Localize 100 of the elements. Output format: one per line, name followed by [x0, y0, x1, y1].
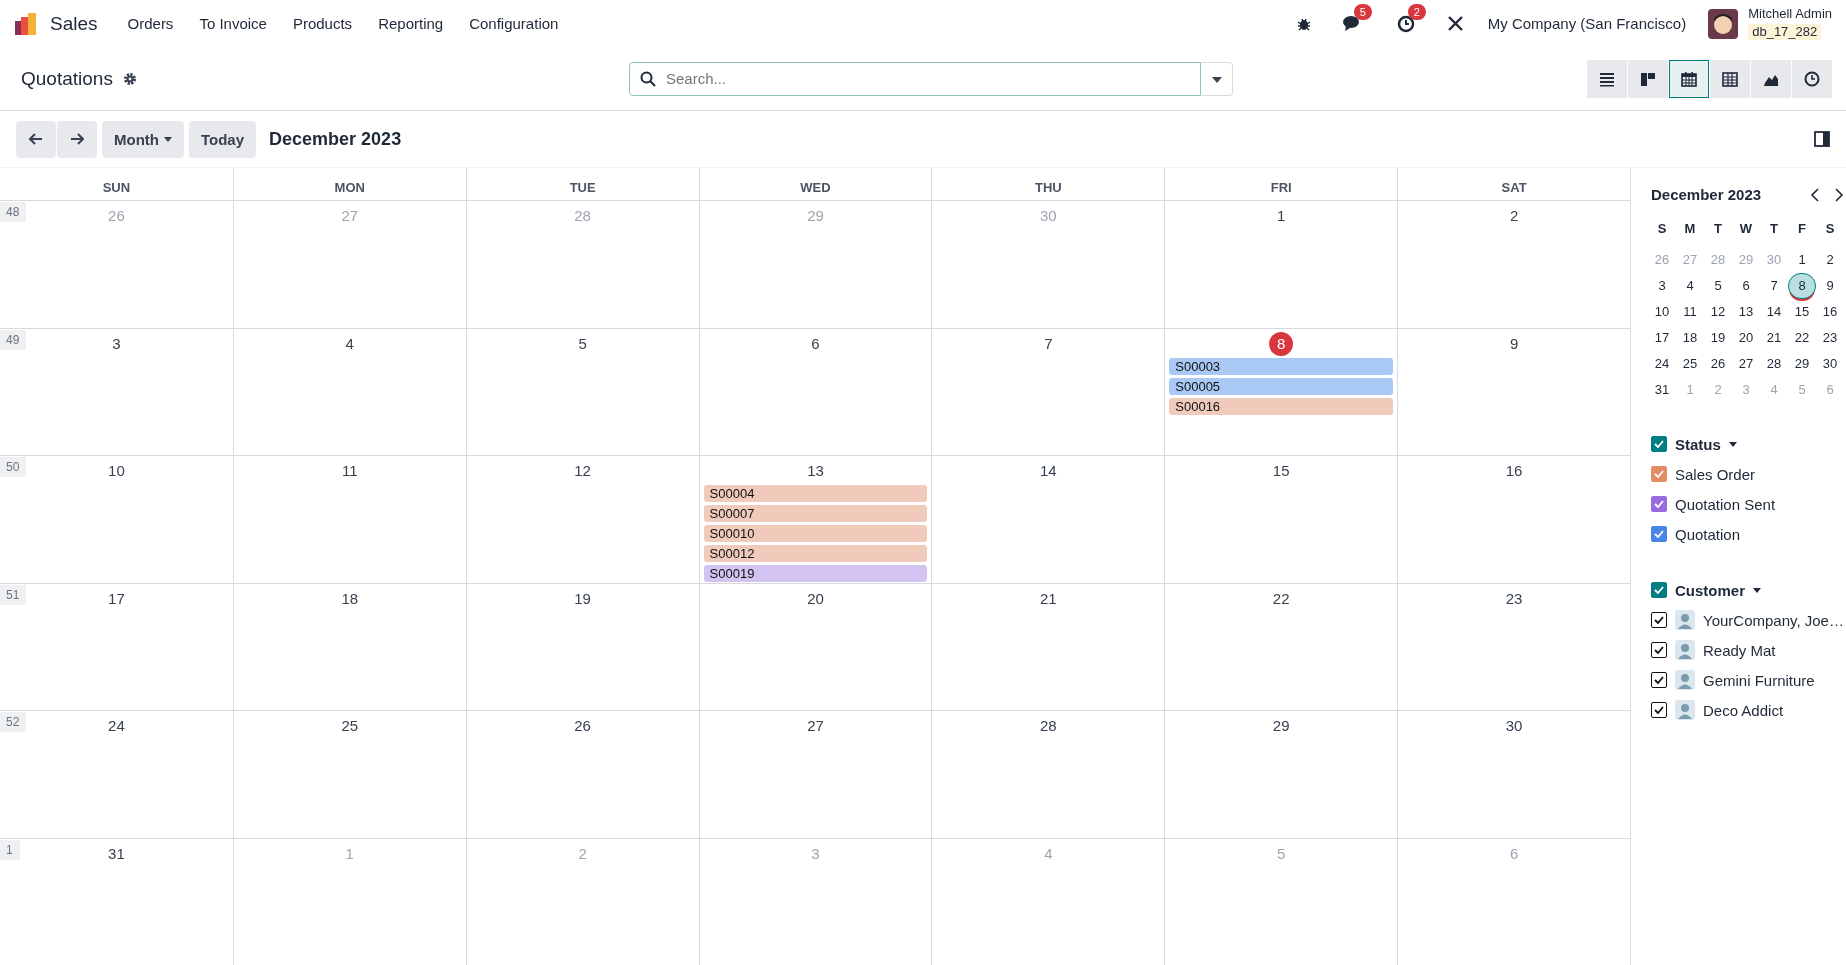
mini-calendar-day[interactable]: 3: [1648, 273, 1676, 299]
menu-item[interactable]: Products: [282, 15, 363, 32]
filter-label[interactable]: Quotation Sent: [1675, 495, 1776, 513]
day-number[interactable]: 21: [1036, 586, 1061, 611]
mini-calendar-day[interactable]: 1: [1788, 247, 1816, 273]
mini-calendar-day[interactable]: 28: [1760, 351, 1788, 377]
day-number[interactable]: 4: [337, 331, 362, 356]
mini-calendar-day[interactable]: 20: [1732, 325, 1760, 351]
mini-calendar-day[interactable]: 31: [1648, 377, 1676, 403]
checkbox[interactable]: [1651, 436, 1667, 452]
day-number[interactable]: 5: [570, 331, 595, 356]
day-number[interactable]: 1: [1269, 204, 1294, 228]
caret-icon[interactable]: [1753, 587, 1761, 593]
mini-calendar-day[interactable]: 19: [1704, 325, 1732, 351]
day-number[interactable]: 3: [104, 331, 129, 356]
mini-calendar-day[interactable]: 13: [1732, 299, 1760, 325]
checkbox[interactable]: [1651, 496, 1667, 512]
view-switch-button[interactable]: [1669, 59, 1709, 98]
user-avatar-icon[interactable]: [1708, 8, 1739, 39]
bug-icon[interactable]: [1296, 16, 1311, 31]
mini-calendar-day[interactable]: 16: [1816, 299, 1844, 325]
app-name-link[interactable]: Sales: [50, 12, 98, 35]
mini-calendar-day[interactable]: 23: [1816, 325, 1844, 351]
sidebar-toggle-icon[interactable]: [1814, 131, 1830, 147]
day-number[interactable]: 10: [104, 459, 129, 483]
day-number[interactable]: 23: [1502, 586, 1527, 611]
mini-calendar-day[interactable]: 26: [1704, 351, 1732, 377]
checkbox[interactable]: [1651, 526, 1667, 542]
day-number[interactable]: 16: [1502, 459, 1527, 483]
mini-calendar-day[interactable]: 14: [1760, 299, 1788, 325]
mini-calendar-day[interactable]: 11: [1676, 299, 1704, 325]
caret-icon[interactable]: [1728, 441, 1737, 447]
checkbox[interactable]: [1651, 612, 1667, 628]
company-switcher[interactable]: My Company (San Francisco): [1487, 15, 1687, 32]
checkbox[interactable]: [1651, 582, 1667, 598]
day-number[interactable]: 15: [1269, 459, 1294, 483]
filter-label[interactable]: Gemini Furniture: [1703, 671, 1815, 689]
mini-calendar-day[interactable]: 30: [1816, 351, 1844, 377]
mini-calendar-day[interactable]: 29: [1788, 351, 1816, 377]
mini-calendar-day[interactable]: 7: [1760, 273, 1788, 299]
scale-dropdown[interactable]: Month: [102, 120, 184, 158]
day-number[interactable]: 18: [337, 586, 362, 611]
filter-label[interactable]: Deco Addict: [1703, 701, 1784, 719]
day-number[interactable]: 19: [570, 586, 595, 611]
chevron-left-icon[interactable]: [1810, 186, 1820, 203]
day-number[interactable]: 25: [337, 714, 362, 738]
calendar-event[interactable]: S00010: [703, 525, 928, 542]
filter-label[interactable]: YourCompany, Joe…: [1703, 611, 1844, 629]
calendar-event[interactable]: S00016: [1169, 397, 1394, 415]
day-number[interactable]: 12: [570, 459, 595, 483]
checkbox[interactable]: [1651, 702, 1667, 718]
mini-calendar-day[interactable]: 8: [1788, 273, 1816, 299]
day-number[interactable]: 9: [1502, 331, 1527, 356]
menu-item[interactable]: Configuration: [459, 15, 569, 32]
chevron-right-icon[interactable]: [1834, 186, 1844, 203]
day-number[interactable]: 27: [803, 714, 828, 738]
day-number[interactable]: 13: [803, 459, 828, 483]
mini-calendar-day[interactable]: 6: [1732, 273, 1760, 299]
day-number[interactable]: 17: [104, 586, 129, 611]
day-number[interactable]: 28: [1036, 714, 1061, 738]
day-number[interactable]: 7: [1036, 331, 1061, 356]
day-number[interactable]: 2: [1502, 204, 1527, 228]
menu-item[interactable]: Orders: [117, 15, 184, 32]
day-number[interactable]: 22: [1269, 586, 1294, 611]
filter-group-title[interactable]: Customer: [1675, 581, 1745, 599]
mini-calendar-day[interactable]: 27: [1732, 351, 1760, 377]
mini-calendar-day[interactable]: 10: [1648, 299, 1676, 325]
calendar-event[interactable]: S00012: [703, 545, 928, 562]
day-number[interactable]: 29: [1269, 714, 1294, 738]
next-button[interactable]: [57, 120, 97, 158]
clock-icon[interactable]: [1396, 14, 1415, 33]
mini-calendar-day[interactable]: 4: [1676, 273, 1704, 299]
mini-calendar-day[interactable]: 22: [1788, 325, 1816, 351]
day-number[interactable]: 20: [803, 586, 828, 611]
previous-button[interactable]: [16, 120, 56, 158]
calendar-event[interactable]: S00019: [703, 565, 928, 582]
settings-icon[interactable]: [122, 71, 137, 86]
mini-calendar-day[interactable]: 18: [1676, 325, 1704, 351]
filter-label[interactable]: Quotation: [1675, 525, 1741, 543]
calendar-event[interactable]: S00004: [703, 485, 928, 502]
mini-calendar-day[interactable]: 21: [1760, 325, 1788, 351]
menu-item[interactable]: Reporting: [368, 15, 454, 32]
day-number[interactable]: 11: [337, 459, 362, 483]
bar-chart-logo-icon[interactable]: [14, 11, 38, 36]
filter-label[interactable]: Sales Order: [1675, 465, 1756, 483]
day-number[interactable]: 14: [1036, 459, 1061, 483]
calendar-event[interactable]: S00005: [1169, 377, 1394, 395]
mini-calendar-day[interactable]: 24: [1648, 351, 1676, 377]
day-number[interactable]: 31: [104, 841, 129, 866]
mini-calendar-day[interactable]: 9: [1816, 273, 1844, 299]
mini-calendar-day[interactable]: 5: [1704, 273, 1732, 299]
calendar-event[interactable]: S00007: [703, 505, 928, 522]
checkbox[interactable]: [1651, 642, 1667, 658]
search-field[interactable]: Search...: [629, 61, 1201, 96]
day-number[interactable]: 30: [1502, 714, 1527, 738]
mini-calendar-day[interactable]: 15: [1788, 299, 1816, 325]
search-options-button[interactable]: [1201, 61, 1233, 96]
checkbox[interactable]: [1651, 672, 1667, 688]
day-number[interactable]: 24: [104, 714, 129, 738]
checkbox[interactable]: [1651, 466, 1667, 482]
